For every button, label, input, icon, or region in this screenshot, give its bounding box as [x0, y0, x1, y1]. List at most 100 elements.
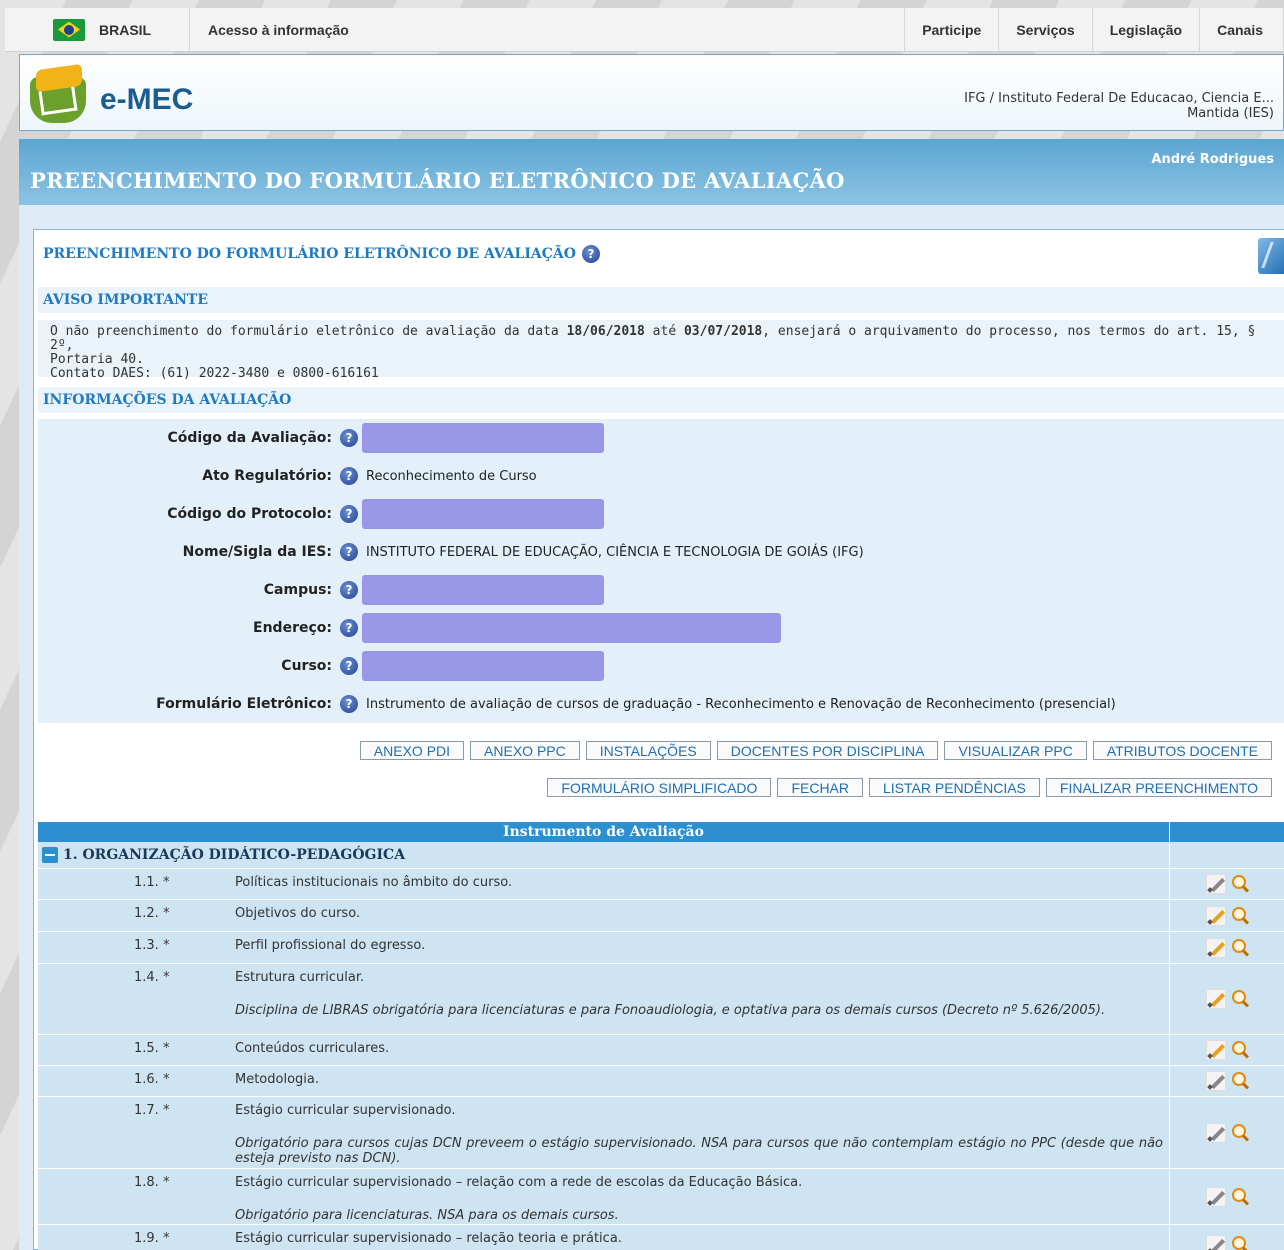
help-icon[interactable]: ? — [340, 543, 358, 561]
edit-pencil-icon[interactable] — [1205, 1071, 1226, 1091]
info-value: INSTITUTO FEDERAL DE EDUCAÇÃO, CIÊNCIA E… — [366, 544, 864, 560]
formulario-simplificado-button[interactable]: FORMULÁRIO SIMPLIFICADO — [547, 778, 772, 797]
emec-logo[interactable]: e-MEC — [28, 63, 194, 125]
listar-pendencias-button[interactable]: LISTAR PENDÊNCIAS — [869, 778, 1040, 797]
table-section-row: 1. ORGANIZAÇÃO DIDÁTICO-PEDAGÓGICA — [38, 842, 1284, 869]
help-icon[interactable]: ? — [340, 657, 358, 675]
table-row: 1.1. * Políticas institucionais no âmbito… — [38, 869, 1284, 900]
instrument-table: Instrumento de Avaliação 1. ORGANIZAÇÃO … — [38, 822, 1284, 1250]
info-label: Código do Protocolo: — [167, 506, 332, 522]
aviso-section-header: AVISO IMPORTANTE — [38, 287, 1284, 313]
page-title: PREENCHIMENTO DO FORMULÁRIO ELETRÔNICO D… — [30, 168, 845, 193]
ies-info: IFG / Instituto Federal De Educacao, Cie… — [964, 91, 1274, 121]
redacted-value — [362, 423, 604, 453]
visualizar-ppc-button[interactable]: VISUALIZAR PPC — [944, 741, 1087, 760]
view-magnifier-icon[interactable] — [1230, 1235, 1250, 1250]
title-band: André Rodrigues PREENCHIMENTO DO FORMULÁ… — [19, 139, 1284, 205]
manual-book-icon[interactable] — [1258, 238, 1284, 274]
panel-title: PREENCHIMENTO DO FORMULÁRIO ELETRÔNICO D… — [43, 245, 600, 263]
aviso-line-1: O não preenchimento do formulário eletrô… — [50, 324, 1256, 353]
collapse-icon[interactable] — [42, 847, 58, 863]
instalacoes-button[interactable]: INSTALAÇÕES — [585, 741, 711, 760]
emec-logo-icon — [28, 63, 92, 125]
info-row-curso: Curso: ? — [38, 651, 1284, 681]
item-note: Disciplina de LIBRAS obrigatória para li… — [235, 1003, 1106, 1018]
item-title: Estrutura curricular. — [235, 970, 365, 985]
table-row: 1.3. * Perfil profissional do egresso. — [38, 932, 1284, 964]
help-icon[interactable]: ? — [340, 581, 358, 599]
table-row: 1.7. * Estágio curricular supervisionado.… — [38, 1097, 1284, 1169]
help-icon[interactable]: ? — [340, 619, 358, 637]
anexo-ppc-button[interactable]: ANEXO PPC — [470, 741, 580, 760]
item-number: 1.1. * — [134, 875, 170, 890]
item-title: Estágio curricular supervisionado. — [235, 1103, 456, 1118]
info-row-codigo-protocolo: Código do Protocolo: ? — [38, 499, 1284, 529]
edit-pencil-icon[interactable] — [1205, 1122, 1226, 1143]
action-buttons-row-1: ANEXO PDI ANEXO PPC INSTALAÇÕES DOCENTES… — [359, 741, 1272, 760]
edit-pencil-icon[interactable] — [1205, 989, 1226, 1009]
redacted-value — [362, 575, 604, 605]
table-header: Instrumento de Avaliação — [38, 822, 1284, 842]
edit-pencil-icon[interactable] — [1205, 874, 1226, 894]
info-row-campus: Campus: ? — [38, 575, 1284, 605]
item-number: 1.9. * — [134, 1231, 170, 1246]
docentes-por-disciplina-button[interactable]: DOCENTES POR DISCIPLINA — [716, 741, 939, 760]
edit-pencil-icon[interactable] — [1205, 1040, 1226, 1060]
brasil-link[interactable]: BRASIL — [5, 8, 190, 51]
info-section-header: INFORMAÇÕES DA AVALIAÇÃO — [38, 387, 1284, 413]
view-magnifier-icon[interactable] — [1230, 874, 1250, 894]
user-name[interactable]: André Rodrigues — [1151, 152, 1274, 167]
view-magnifier-icon[interactable] — [1230, 1040, 1250, 1060]
info-label: Endereço: — [253, 620, 332, 636]
view-magnifier-icon[interactable] — [1230, 1071, 1250, 1091]
table-row: 1.2. * Objetivos do curso. — [38, 900, 1284, 932]
emec-logo-text: e-MEC — [100, 83, 194, 116]
atributos-docente-button[interactable]: ATRIBUTOS DOCENTE — [1092, 741, 1272, 760]
edit-pencil-icon[interactable] — [1205, 937, 1226, 958]
gov-link-canais[interactable]: Canais — [1199, 8, 1284, 51]
gov-link-servicos[interactable]: Serviços — [998, 8, 1091, 51]
aviso-line-2: Portaria 40. — [50, 352, 144, 367]
info-label: Campus: — [263, 582, 332, 598]
view-magnifier-icon[interactable] — [1230, 938, 1250, 958]
help-icon[interactable]: ? — [340, 695, 358, 713]
gov-bar: BRASIL Acesso à informação Participe Ser… — [5, 8, 1284, 52]
help-icon[interactable]: ? — [340, 467, 358, 485]
table-row: 1.5. * Conteúdos curriculares. — [38, 1035, 1284, 1066]
item-number: 1.3. * — [134, 938, 170, 953]
item-note: Obrigatório para licenciaturas. NSA para… — [235, 1208, 619, 1223]
action-buttons-row-2: FORMULÁRIO SIMPLIFICADO FECHAR LISTAR PE… — [547, 778, 1272, 797]
item-number: 1.7. * — [134, 1103, 170, 1118]
gov-link-legislacao[interactable]: Legislação — [1091, 8, 1199, 51]
view-magnifier-icon[interactable] — [1230, 989, 1250, 1009]
info-label: Formulário Eletrônico: — [156, 696, 332, 712]
item-title: Conteúdos curriculares. — [235, 1041, 390, 1056]
view-magnifier-icon[interactable] — [1230, 906, 1250, 926]
gov-link-participe[interactable]: Participe — [904, 8, 998, 51]
fechar-button[interactable]: FECHAR — [777, 778, 863, 797]
section-title: 1. ORGANIZAÇÃO DIDÁTICO-PEDAGÓGICA — [63, 847, 406, 863]
aviso-body: O não preenchimento do formulário eletrô… — [38, 320, 1284, 381]
redacted-value — [362, 499, 604, 529]
anexo-pdi-button[interactable]: ANEXO PDI — [359, 741, 465, 760]
help-icon[interactable]: ? — [340, 505, 358, 523]
edit-pencil-icon[interactable] — [1205, 905, 1226, 926]
finalizar-preenchimento-button[interactable]: FINALIZAR PREENCHIMENTO — [1045, 778, 1272, 797]
aviso-contact: Contato DAES: (61) 2022-3480 e 0800-6161… — [50, 366, 379, 381]
acesso-informacao-link[interactable]: Acesso à informação — [190, 22, 349, 38]
help-icon[interactable]: ? — [340, 429, 358, 447]
info-label: Código da Avaliação: — [167, 430, 333, 446]
view-magnifier-icon[interactable] — [1230, 1123, 1250, 1143]
item-title: Perfil profissional do egresso. — [235, 938, 426, 953]
item-number: 1.2. * — [134, 906, 170, 921]
info-value: Reconhecimento de Curso — [366, 468, 537, 484]
emec-header: e-MEC IFG / Instituto Federal De Educaca… — [19, 54, 1284, 131]
edit-pencil-icon[interactable] — [1205, 1234, 1226, 1250]
info-row-endereco: Endereço: ? — [38, 613, 1284, 643]
view-magnifier-icon[interactable] — [1230, 1187, 1250, 1207]
edit-pencil-icon[interactable] — [1205, 1186, 1226, 1207]
help-icon[interactable]: ? — [581, 245, 600, 263]
item-title: Estágio curricular supervisionado – rela… — [235, 1175, 803, 1190]
info-row-nome-ies: Nome/Sigla da IES: ? INSTITUTO FEDERAL D… — [38, 539, 1284, 565]
info-value: Instrumento de avaliação de cursos de gr… — [366, 696, 1116, 712]
